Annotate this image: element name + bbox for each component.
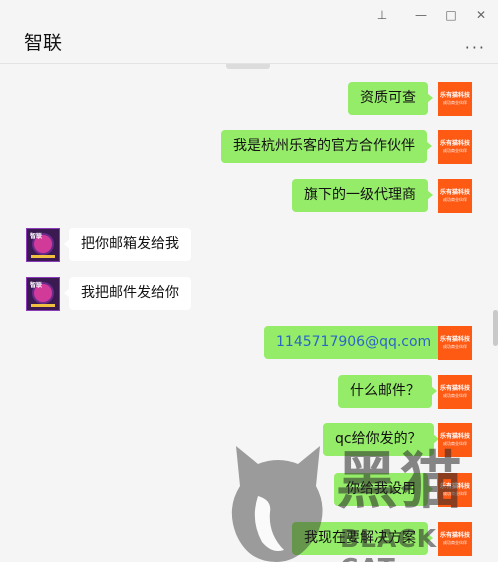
message-bubble[interactable]: 资质可查	[348, 82, 433, 115]
avatar[interactable]: 乐有猫科技 成功商业伙伴	[438, 179, 472, 213]
pin-icon[interactable]: ⊥	[372, 6, 392, 24]
avatar[interactable]: 乐有猫科技 成功商业伙伴	[438, 423, 472, 457]
minimize-button[interactable]: —	[411, 6, 431, 24]
avatar[interactable]: 乐有猫科技 成功商业伙伴	[438, 326, 472, 360]
avatar-graphic	[31, 304, 55, 307]
message-bubble[interactable]: 什么邮件？	[338, 375, 437, 408]
load-more-strip	[226, 64, 270, 69]
message-bubble[interactable]: 我是杭州乐客的官方合作伙伴	[221, 130, 432, 163]
avatar[interactable]: 乐有猫科技 成功商业伙伴	[438, 473, 472, 507]
maximize-button[interactable]: □	[441, 6, 461, 24]
avatar[interactable]: 乐有猫科技 成功商业伙伴	[438, 82, 472, 116]
email-link-bubble[interactable]: 1145717906@qq.com	[264, 326, 449, 359]
more-options-icon[interactable]: ···	[465, 38, 486, 57]
chat-title: 智联	[24, 32, 63, 54]
close-button[interactable]: ✕	[471, 6, 491, 24]
message-bubble[interactable]: 你给我设用	[334, 473, 433, 506]
message-bubble[interactable]: 把你邮箱发给我	[64, 228, 191, 261]
scrollbar-thumb[interactable]	[493, 310, 498, 346]
message-bubble[interactable]: 我现在要解决方案	[292, 522, 433, 555]
chat-window: 智联 ⊥ — □ ✕ ··· 资质可查 乐有猫科技 成功商业伙伴 我是杭州乐客的…	[0, 0, 498, 562]
avatar[interactable]: 乐有猫科技 成功商业伙伴	[438, 522, 472, 556]
avatar[interactable]: 智联	[26, 228, 60, 262]
avatar[interactable]: 乐有猫科技 成功商业伙伴	[438, 130, 472, 164]
avatar-graphic	[31, 255, 55, 258]
message-bubble[interactable]: 我把邮件发给你	[64, 277, 191, 310]
chat-header: 智联 ⊥ — □ ✕ ···	[0, 0, 498, 64]
message-list[interactable]: 资质可查 乐有猫科技 成功商业伙伴 我是杭州乐客的官方合作伙伴 乐有猫科技 成功…	[0, 64, 498, 562]
avatar[interactable]: 智联	[26, 277, 60, 311]
message-bubble[interactable]: 旗下的一级代理商	[292, 179, 433, 212]
avatar[interactable]: 乐有猫科技 成功商业伙伴	[438, 375, 472, 409]
message-bubble[interactable]: qc给你发的？	[323, 423, 439, 456]
